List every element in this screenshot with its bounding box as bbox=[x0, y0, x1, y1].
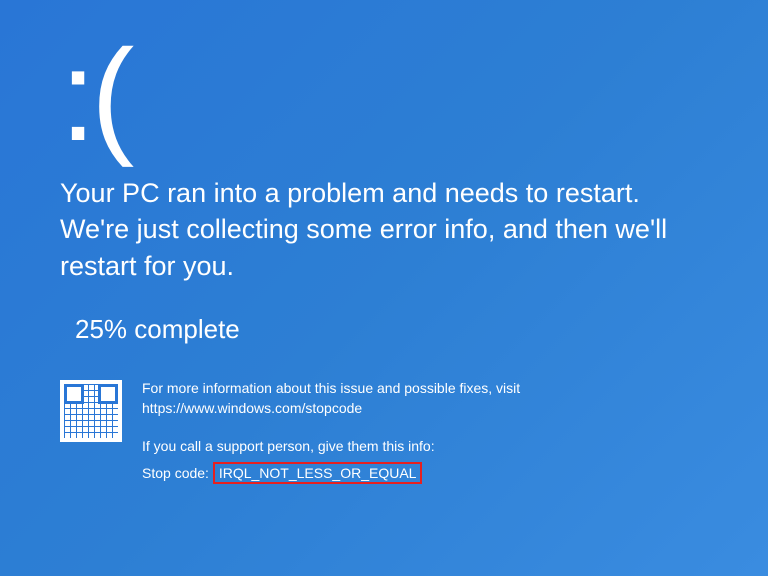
bsod-screen: :( Your PC ran into a problem and needs … bbox=[0, 0, 768, 514]
stop-code-line: Stop code: IRQL_NOT_LESS_OR_EQUAL bbox=[142, 462, 520, 484]
error-message: Your PC ran into a problem and needs to … bbox=[60, 175, 680, 284]
sad-face-icon: :( bbox=[60, 30, 718, 160]
support-info-text: If you call a support person, give them … bbox=[142, 438, 520, 454]
stop-code-label: Stop code: bbox=[142, 465, 209, 481]
stop-code-value: IRQL_NOT_LESS_OR_EQUAL bbox=[213, 462, 423, 484]
help-text-block: For more information about this issue an… bbox=[142, 380, 520, 484]
qr-code-icon bbox=[60, 380, 122, 442]
stopcode-url: https://www.windows.com/stopcode bbox=[142, 400, 520, 416]
more-info-text: For more information about this issue an… bbox=[142, 380, 520, 396]
help-section: For more information about this issue an… bbox=[60, 380, 718, 484]
progress-text: 25% complete bbox=[75, 314, 718, 345]
